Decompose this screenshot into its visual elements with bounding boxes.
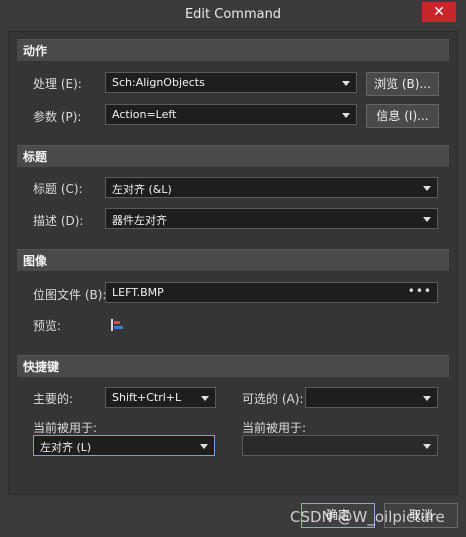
close-button[interactable]: ✕ — [422, 2, 456, 22]
current-used-combobox-primary[interactable]: 左对齐 (L) — [33, 435, 215, 456]
watermark: CSDN @W_oilpicture — [290, 508, 445, 526]
bitmap-label: 位图文件 (B): — [33, 288, 107, 302]
alternative-shortcut-combobox[interactable] — [305, 387, 438, 408]
primary-shortcut-combobox[interactable]: Shift+Ctrl+L — [105, 387, 216, 408]
section-action: 动作 — [17, 39, 449, 61]
section-caption: 标题 — [17, 145, 449, 167]
section-shortcut: 快捷键 — [17, 355, 449, 377]
chevron-down-icon — [201, 396, 209, 401]
section-image-label: 图像 — [23, 254, 48, 268]
process-combobox[interactable]: Sch:AlignObjects — [105, 72, 357, 93]
params-combobox[interactable]: Action=Left — [105, 104, 357, 125]
desc-label: 描述 (D): — [33, 214, 84, 228]
primary-shortcut-value: Shift+Ctrl+L — [112, 391, 182, 404]
bitmap-value: LEFT.BMP — [112, 286, 164, 299]
bitmap-field[interactable]: LEFT.BMP ••• — [105, 282, 438, 303]
params-value: Action=Left — [112, 108, 177, 121]
chevron-down-icon — [423, 217, 431, 222]
title-label: 标题 (C): — [33, 182, 83, 196]
chevron-down-icon — [200, 444, 208, 449]
process-label: 处理 (E): — [33, 77, 82, 91]
title-bar: Edit Command ✕ — [0, 0, 466, 30]
section-shortcut-label: 快捷键 — [23, 360, 60, 374]
browse-button[interactable]: 浏览 (B)... — [366, 72, 439, 96]
window-title: Edit Command — [184, 7, 282, 22]
desc-value: 器件左对齐 — [112, 214, 167, 227]
title-combobox[interactable]: 左对齐 (&L) — [105, 177, 438, 198]
chevron-down-icon — [423, 396, 431, 401]
preview-label: 预览: — [33, 319, 62, 333]
params-label: 参数 (P): — [33, 110, 82, 124]
current-used-label-alternative: 当前被用于: — [242, 421, 307, 435]
alternative-label: 可选的 (A): — [242, 392, 304, 406]
section-action-label: 动作 — [23, 44, 48, 58]
info-button[interactable]: 信息 (I)... — [366, 104, 439, 128]
align-left-icon — [111, 319, 123, 331]
more-icon[interactable]: ••• — [408, 284, 432, 298]
current-used-combobox-alternative[interactable] — [242, 435, 438, 456]
primary-label: 主要的: — [33, 392, 74, 406]
desc-combobox[interactable]: 器件左对齐 — [105, 208, 438, 229]
current-used-label-primary: 当前被用于: — [33, 421, 98, 435]
chevron-down-icon — [423, 186, 431, 191]
process-value: Sch:AlignObjects — [112, 76, 205, 89]
section-caption-label: 标题 — [23, 150, 48, 164]
section-image: 图像 — [17, 249, 449, 271]
chevron-down-icon — [423, 444, 431, 449]
chevron-down-icon — [342, 113, 350, 118]
chevron-down-icon — [342, 81, 350, 86]
current-used-value-primary: 左对齐 (L) — [40, 441, 92, 454]
title-value: 左对齐 (&L) — [112, 183, 172, 196]
